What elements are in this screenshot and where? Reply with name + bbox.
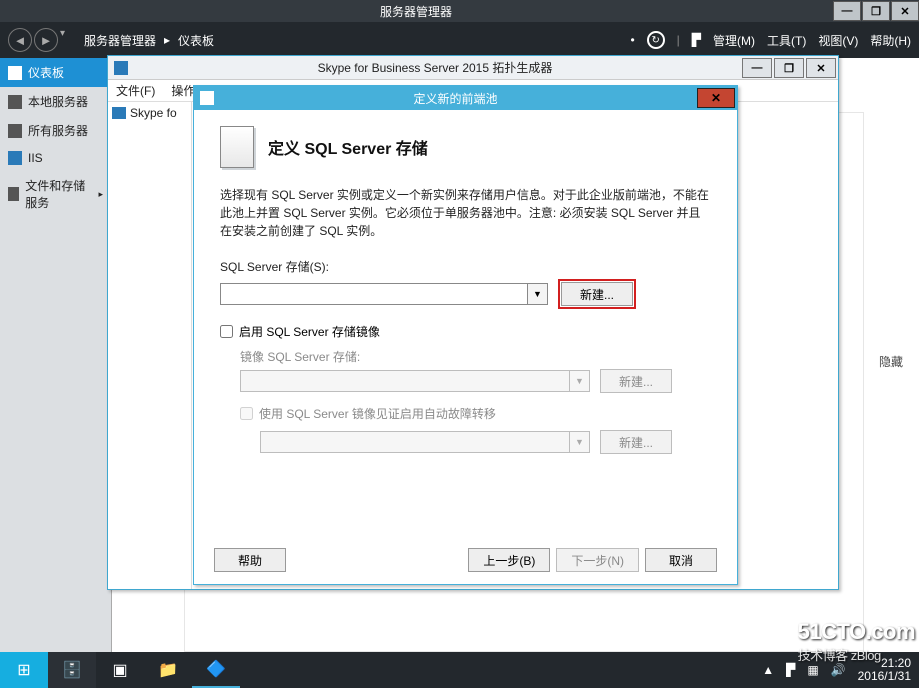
system-titlebar: 服务器管理器 — ❐ ✕ xyxy=(0,0,919,22)
tb-close-button[interactable]: ✕ xyxy=(806,58,836,78)
sidebar-item-label: 仪表板 xyxy=(28,64,64,81)
wizard-heading: 定义 SQL Server 存储 xyxy=(268,135,428,159)
wizard-titlebar[interactable]: 定义新的前端池 ✕ xyxy=(194,86,737,110)
watermark-line1: 51CTO.com xyxy=(798,619,915,645)
witness-new-button: 新建... xyxy=(600,430,672,454)
wizard-app-icon xyxy=(200,91,214,105)
sql-store-combo[interactable]: ▼ xyxy=(220,283,548,305)
chevron-down-icon[interactable]: ▼ xyxy=(528,283,548,305)
tree-root-node[interactable]: Skype fo xyxy=(112,106,187,120)
menu-view[interactable]: 视图(V) xyxy=(818,32,858,49)
tb-app-icon xyxy=(114,61,128,75)
mirror-store-label: 镜像 SQL Server 存储: xyxy=(240,348,711,365)
define-pool-wizard: 定义新的前端池 ✕ 定义 SQL Server 存储 选择现有 SQL Serv… xyxy=(193,85,738,585)
breadcrumb-separator: ▸ xyxy=(164,33,170,47)
menu-help[interactable]: 帮助(H) xyxy=(870,32,911,49)
sql-server-icon xyxy=(220,126,254,168)
tray-volume-icon[interactable]: 🔊 xyxy=(831,663,846,677)
wizard-description: 选择现有 SQL Server 实例或定义一个新实例来存储用户信息。对于此企业版… xyxy=(220,186,711,240)
nav-back-button[interactable]: ◄ xyxy=(8,28,32,52)
tb-topology-icon[interactable]: 🔷 xyxy=(192,652,240,688)
witness-label: 使用 SQL Server 镜像见证启用自动故障转移 xyxy=(259,405,496,422)
watermark-line2: 技术博客 zBlog xyxy=(798,645,915,664)
sidebar-item-file[interactable]: 文件和存储服务▸ xyxy=(0,171,111,217)
nav-forward-button[interactable]: ► xyxy=(34,28,58,52)
menu-tools[interactable]: 工具(T) xyxy=(767,32,806,49)
tray-up-icon[interactable]: ▲ xyxy=(762,663,774,677)
sidebar-item-all[interactable]: 所有服务器 xyxy=(0,116,111,145)
sidebar-item-label: 本地服务器 xyxy=(28,93,88,110)
next-button: 下一步(N) xyxy=(556,548,639,572)
hide-link[interactable]: 隐藏 xyxy=(879,353,903,370)
menu-manage[interactable]: 管理(M) xyxy=(713,32,755,49)
breadcrumb-app: 服务器管理器 xyxy=(84,32,156,49)
new-store-button[interactable]: 新建... xyxy=(561,282,633,306)
tray-network-icon[interactable]: ▦ xyxy=(807,663,818,677)
nav-history-dropdown[interactable]: ▾ xyxy=(60,28,72,52)
clock-date: 2016/1/31 xyxy=(858,670,911,683)
help-button[interactable]: 帮助 xyxy=(214,548,286,572)
tb-powershell-icon[interactable]: ▣ xyxy=(96,652,144,688)
tb-minimize-button[interactable]: — xyxy=(742,58,772,78)
sidebar-item-local[interactable]: 本地服务器 xyxy=(0,87,111,116)
watermark: 51CTO.com 技术博客 zBlog xyxy=(798,619,915,664)
wizard-close-button[interactable]: ✕ xyxy=(697,88,735,108)
tb-menu-file[interactable]: 文件(F) xyxy=(116,82,155,99)
refresh-icon[interactable]: ↻ xyxy=(647,31,665,49)
tb-tree-pane: Skype fo xyxy=(108,102,192,589)
tree-root-label: Skype fo xyxy=(130,106,177,120)
back-button[interactable]: 上一步(B) xyxy=(468,548,550,572)
sidebar-item-label: IIS xyxy=(28,151,43,165)
sidebar-item-dashboard[interactable]: 仪表板 xyxy=(0,58,111,87)
system-title: 服务器管理器 xyxy=(0,3,832,20)
witness-store-combo: ▼ xyxy=(260,431,590,453)
sys-minimize-button[interactable]: — xyxy=(833,1,861,21)
taskbar: ⊞ 🗄️ ▣ 📁 🔷 ▲ ▛ ▦ 🔊 21:20 2016/1/31 xyxy=(0,652,919,688)
sidebar-item-label: 所有服务器 xyxy=(28,122,88,139)
server-manager-header: ◄ ► ▾ 服务器管理器 ▸ 仪表板 • ↻ | ▛ 管理(M) 工具(T) 视… xyxy=(0,22,919,58)
mirror-new-button: 新建... xyxy=(600,369,672,393)
sys-maximize-button[interactable]: ❐ xyxy=(862,1,890,21)
highlight-box: 新建... xyxy=(558,279,636,309)
skype-icon xyxy=(112,107,126,119)
breadcrumb-page: 仪表板 xyxy=(178,32,214,49)
tb-maximize-button[interactable]: ❐ xyxy=(774,58,804,78)
sys-close-button[interactable]: ✕ xyxy=(891,1,919,21)
tray-flag-icon[interactable]: ▛ xyxy=(786,663,795,677)
sidebar-item-label: 文件和存储服务 xyxy=(25,177,92,211)
tb-titlebar[interactable]: Skype for Business Server 2015 拓扑生成器 — ❐… xyxy=(108,56,838,80)
enable-mirror-checkbox[interactable] xyxy=(220,325,233,338)
chevron-down-icon: ▼ xyxy=(570,431,590,453)
witness-checkbox xyxy=(240,407,253,420)
sql-store-label: SQL Server 存储(S): xyxy=(220,258,711,275)
cancel-button[interactable]: 取消 xyxy=(645,548,717,572)
enable-mirror-label: 启用 SQL Server 存储镜像 xyxy=(239,323,380,340)
tb-title: Skype for Business Server 2015 拓扑生成器 xyxy=(134,59,736,76)
breadcrumb: 服务器管理器 ▸ 仪表板 xyxy=(84,32,214,49)
wizard-title: 定义新的前端池 xyxy=(220,90,691,107)
flag-icon[interactable]: ▛ xyxy=(692,33,701,47)
sidebar: 仪表板 本地服务器 所有服务器 IIS 文件和存储服务▸ xyxy=(0,58,112,652)
mirror-store-combo: ▼ xyxy=(240,370,590,392)
start-button[interactable]: ⊞ xyxy=(0,652,48,688)
tb-server-manager-icon[interactable]: 🗄️ xyxy=(48,652,96,688)
tb-explorer-icon[interactable]: 📁 xyxy=(144,652,192,688)
chevron-down-icon: ▼ xyxy=(570,370,590,392)
sidebar-item-iis[interactable]: IIS xyxy=(0,145,111,171)
